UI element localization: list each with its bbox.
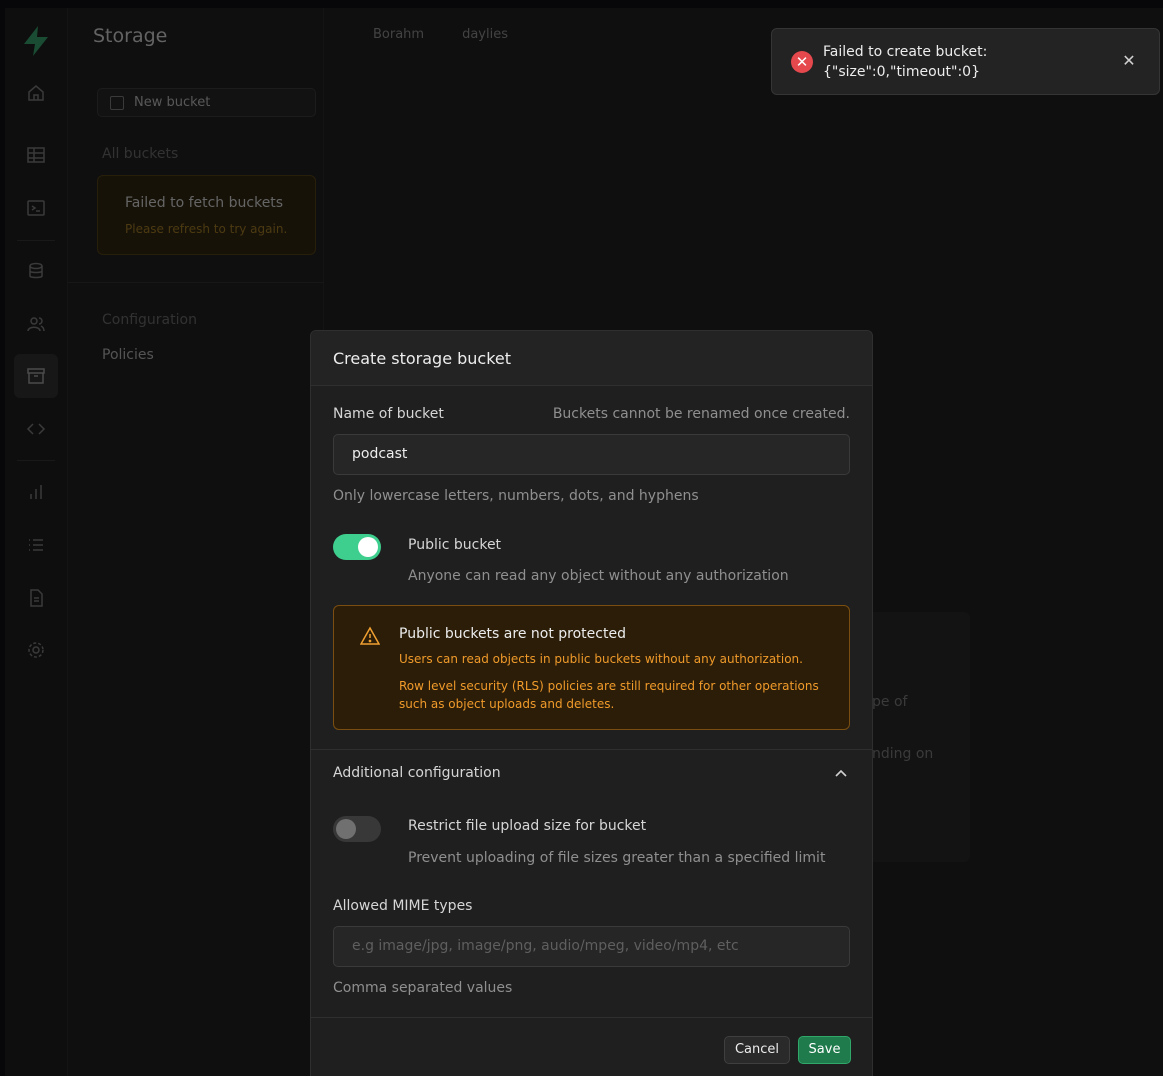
- bucket-name-label: Name of bucket: [333, 406, 444, 422]
- warning-line2: Row level security (RLS) policies are st…: [399, 679, 819, 711]
- mime-types-label: Allowed MIME types: [333, 898, 473, 914]
- create-bucket-dialog: Create storage bucket Name of bucket Buc…: [310, 330, 873, 1076]
- warning-triangle-icon: [360, 626, 380, 645]
- public-bucket-warning: Public buckets are not protected Users c…: [333, 605, 850, 730]
- save-button[interactable]: Save: [798, 1036, 851, 1064]
- bucket-name-input[interactable]: podcast: [333, 434, 850, 475]
- dialog-title: Create storage bucket: [333, 349, 512, 368]
- mime-types-input[interactable]: e.g image/jpg, image/png, audio/mpeg, vi…: [333, 926, 850, 967]
- restrict-size-description: Prevent uploading of file sizes greater …: [408, 850, 826, 866]
- bucket-name-hint: Only lowercase letters, numbers, dots, a…: [333, 488, 699, 504]
- restrict-size-toggle[interactable]: [333, 816, 381, 842]
- public-bucket-label: Public bucket: [408, 537, 502, 553]
- close-icon[interactable]: ✕: [1118, 50, 1140, 72]
- mime-types-hint: Comma separated values: [333, 980, 513, 996]
- additional-configuration-heading[interactable]: Additional configuration: [333, 765, 501, 781]
- bucket-name-note: Buckets cannot be renamed once created.: [552, 406, 850, 422]
- toast-message: Failed to create bucket: {"size":0,"time…: [823, 42, 1113, 82]
- restrict-size-label: Restrict file upload size for bucket: [408, 818, 647, 834]
- public-bucket-description: Anyone can read any object without any a…: [408, 568, 789, 584]
- error-icon: ✕: [791, 51, 813, 73]
- warning-line1: Users can read objects in public buckets…: [399, 652, 803, 666]
- error-toast: ✕ Failed to create bucket: {"size":0,"ti…: [771, 28, 1160, 95]
- public-bucket-toggle[interactable]: [333, 534, 381, 560]
- toast-message-line2: {"size":0,"timeout":0}: [823, 64, 980, 80]
- toast-message-line1: Failed to create bucket:: [823, 44, 988, 60]
- cancel-button[interactable]: Cancel: [724, 1036, 790, 1064]
- dialog-header: Create storage bucket: [311, 331, 872, 386]
- warning-title: Public buckets are not protected: [399, 626, 626, 642]
- chevron-up-icon[interactable]: [832, 765, 850, 783]
